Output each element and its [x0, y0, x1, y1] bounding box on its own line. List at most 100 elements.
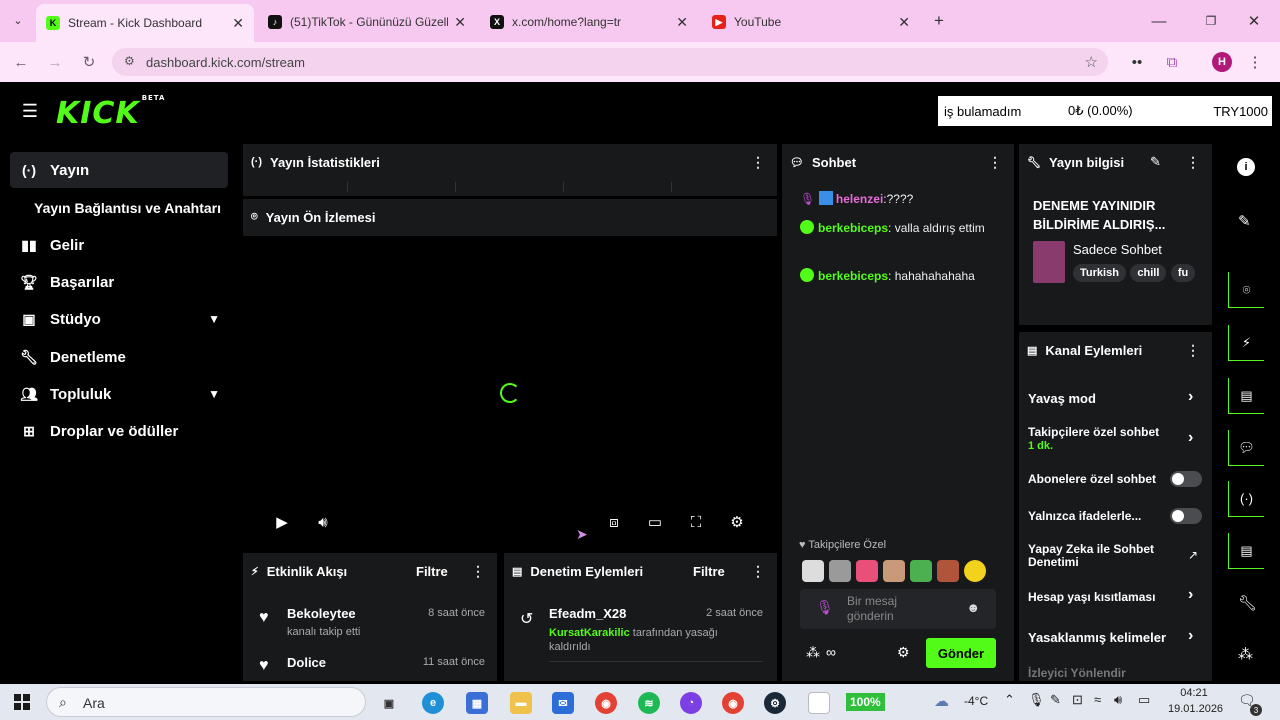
settings-icon[interactable]: ⚙ [727, 512, 747, 532]
moderation-user[interactable]: Efeadm_X28 [549, 606, 626, 621]
activity-user[interactable]: Bekoleytee [287, 606, 356, 621]
task-view-icon[interactable]: ▣ [378, 692, 400, 714]
close-icon[interactable]: ✕ [454, 14, 466, 31]
filter-button[interactable]: Filtre [693, 564, 725, 579]
lang-icon[interactable]: ⊡ [1072, 692, 1083, 708]
tab-list-icon[interactable]: ⌄ [10, 12, 26, 28]
temperature[interactable]: -4°C [964, 694, 988, 708]
edge-icon[interactable]: e [422, 692, 444, 714]
sidebar-item-stream-key[interactable]: Yayın Bağlantısı ve Anahtarı [26, 190, 238, 226]
emote[interactable] [910, 560, 932, 582]
emote[interactable] [883, 560, 905, 582]
host-label[interactable]: İzleyici Yönlendir [1028, 666, 1126, 680]
clock-date[interactable]: 19.01.2026 [1168, 703, 1223, 715]
more-options-icon[interactable]: ⋮ [751, 563, 765, 580]
chat-icon[interactable]: 💬︎ [1228, 430, 1264, 466]
new-tab-icon[interactable]: + [930, 11, 948, 30]
explorer-icon[interactable]: ▬ [510, 692, 532, 714]
moderator-name[interactable]: KursatKarakilic [549, 627, 630, 639]
tray-chevron-icon[interactable]: ⌃ [1004, 692, 1015, 708]
more-options-icon[interactable]: ⋮ [1186, 342, 1200, 359]
more-options-icon[interactable]: ⋮ [1186, 154, 1200, 171]
kick-logo[interactable]: KICK BETA [56, 94, 165, 131]
sidebar-item-yayin[interactable]: (·) Yayın [10, 152, 228, 188]
chevron-right-icon[interactable]: › [1188, 429, 1193, 447]
extensions-icon[interactable]: ⧉ [1163, 53, 1181, 71]
close-icon[interactable]: ✕ [232, 15, 244, 32]
notepad-icon[interactable] [808, 692, 830, 714]
wifi-icon[interactable]: ≈ [1094, 692, 1101, 707]
tag[interactable]: chill [1130, 264, 1167, 282]
mic-icon[interactable]: 🎙︎ [1028, 692, 1045, 708]
window-close-icon[interactable]: ✕ [1245, 12, 1263, 30]
chevron-right-icon[interactable]: › [1188, 586, 1193, 604]
chat-username[interactable]: berkebiceps [818, 221, 888, 235]
battery-icon[interactable]: ▭ [1138, 692, 1150, 708]
volume-icon[interactable]: 🔊︎ [1114, 692, 1122, 708]
more-options-icon[interactable]: ⋮ [471, 563, 485, 580]
mail-icon[interactable]: ✉ [552, 692, 574, 714]
banned-words-label[interactable]: Yasaklanmış kelimeler [1028, 630, 1166, 645]
volume-icon[interactable]: 🔊︎ [313, 512, 333, 532]
windows-start-icon[interactable] [14, 694, 30, 710]
account-age-label[interactable]: Hesap yaşı kısıtlaması [1028, 590, 1155, 604]
emote[interactable] [829, 560, 851, 582]
tab-x[interactable]: X x.com/home?lang=tr ✕ [480, 6, 698, 38]
chat-username[interactable]: helenzei [836, 192, 883, 206]
chrome-profile-icon[interactable]: ◉ [722, 692, 744, 714]
followers-only-label[interactable]: Takipçilere özel sohbet [1028, 425, 1159, 439]
restore-icon[interactable]: ❐ [1202, 12, 1220, 30]
category-thumbnail[interactable] [1033, 241, 1065, 283]
messenger-icon[interactable]: ◔ [680, 692, 702, 714]
chevron-right-icon[interactable]: › [1188, 388, 1193, 406]
battery-meter[interactable]: 100% [846, 693, 885, 711]
theater-icon[interactable]: ▭ [645, 512, 665, 532]
pen-icon[interactable]: ✎ [1050, 692, 1061, 708]
sidebar-item-topluluk[interactable]: 👥︎ Topluluk ▼ [10, 376, 228, 412]
ai-moderation-label[interactable]: Yapay Zeka ile Sohbet Denetimi [1028, 543, 1178, 569]
channel-actions-icon[interactable]: ▤ [1228, 533, 1264, 569]
category-name[interactable]: Sadece Sohbet [1073, 242, 1162, 257]
pip-icon[interactable]: ⧈ [604, 512, 624, 532]
more-options-icon[interactable]: ⋮ [751, 154, 765, 171]
reload-icon[interactable]: ↻ [80, 53, 98, 71]
tag[interactable]: Turkish [1073, 264, 1126, 282]
tab-tiktok[interactable]: ♪ (51)TikTok - Gününüzü Güzelleş ✕ [258, 6, 476, 38]
points-icon[interactable]: ⁂ [806, 644, 820, 661]
send-button[interactable]: Gönder [926, 638, 996, 668]
more-options-icon[interactable]: ⋮ [988, 154, 1002, 171]
taskbar-search[interactable]: ⌕ Ara [46, 687, 366, 717]
document-icon[interactable]: ▤ [1228, 378, 1264, 414]
broadcast-icon[interactable]: (·) [1228, 481, 1264, 517]
forward-icon[interactable]: → [46, 53, 64, 71]
sidebar-item-studyo[interactable]: ▣ Stüdyo ▼ [10, 301, 228, 337]
tab-youtube[interactable]: ▶ YouTube ✕ [702, 6, 920, 38]
menu-icon[interactable]: ⋮ [1248, 53, 1263, 71]
infinity-icon[interactable]: ∞ [826, 644, 836, 660]
subs-only-toggle[interactable] [1170, 471, 1202, 487]
site-info-icon[interactable]: ⚙ [124, 54, 135, 68]
emote[interactable] [937, 560, 959, 582]
play-icon[interactable]: ▶ [272, 512, 292, 532]
tag[interactable]: fu [1170, 264, 1196, 282]
close-icon[interactable]: ✕ [676, 14, 688, 31]
hamburger-icon[interactable]: ☰ [20, 101, 40, 121]
sidebar-item-droplar[interactable]: ⊞ Droplar ve ödüller [10, 413, 228, 449]
chrome-icon[interactable]: ◉ [595, 692, 617, 714]
emote-only-toggle[interactable] [1170, 508, 1202, 524]
emote[interactable] [802, 560, 824, 582]
close-icon[interactable]: ✕ [898, 14, 910, 31]
filter-button[interactable]: Filtre [416, 564, 448, 579]
bookmark-star-icon[interactable]: ☆ [1085, 53, 1098, 71]
chat-settings-icon[interactable]: ⚙ [897, 644, 910, 661]
sidebar-item-denetleme[interactable]: 🔧︎ Denetleme [10, 339, 228, 375]
edit-icon[interactable]: ✎ [1150, 154, 1161, 170]
wrench-icon[interactable]: 🔧︎ [1238, 594, 1257, 612]
clock-time[interactable]: 04:21 [1172, 687, 1216, 699]
minimize-icon[interactable]: — [1150, 12, 1168, 30]
profile-avatar[interactable]: H [1212, 52, 1232, 72]
points-icon[interactable]: ⁂ [1238, 645, 1253, 663]
info-icon[interactable]: i [1237, 158, 1255, 176]
tab-kick[interactable]: K Stream - Kick Dashboard ✕ [36, 4, 254, 42]
back-icon[interactable]: ← [12, 53, 30, 71]
